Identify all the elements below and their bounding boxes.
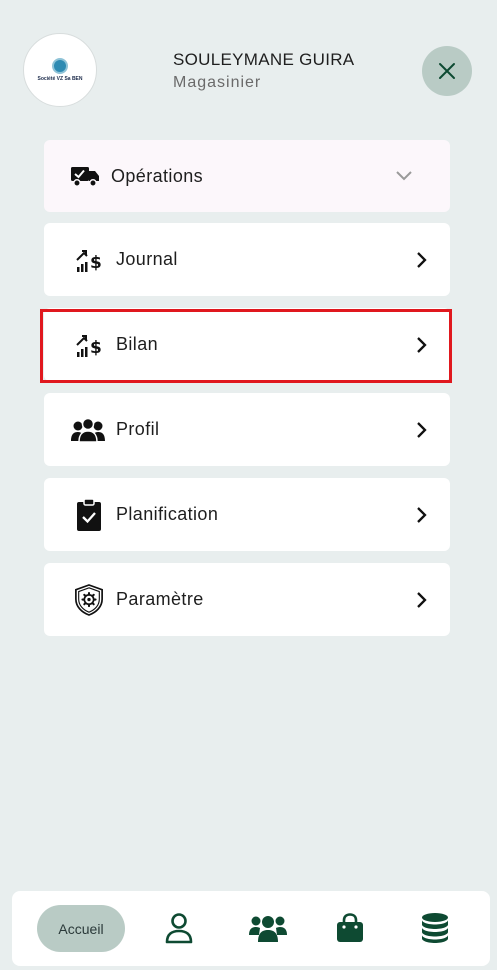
user-name: SOULEYMANE GUIRA xyxy=(173,50,355,69)
menu-item-parametre[interactable]: Paramètre xyxy=(44,563,450,636)
company-logo-avatar[interactable]: Société VZ Sa BEN xyxy=(23,33,97,107)
logo-emblem-icon xyxy=(52,58,68,74)
chevron-right-icon[interactable] xyxy=(414,251,430,268)
menu-label-operations: Opérations xyxy=(111,165,204,186)
delivery-truck-icon xyxy=(70,161,100,191)
menu-label-parametre: Paramètre xyxy=(116,589,204,609)
close-button[interactable] xyxy=(422,46,472,96)
menu-item-planification[interactable]: Planification xyxy=(44,478,450,551)
menu-item-bilan[interactable]: $ Bilan xyxy=(44,308,450,381)
logo-text: Société VZ Sa BEN xyxy=(37,76,83,82)
chevron-right-icon[interactable] xyxy=(414,506,430,523)
svg-text:$: $ xyxy=(90,253,102,273)
nav-user-icon[interactable] xyxy=(161,911,197,945)
chevron-down-icon[interactable] xyxy=(396,168,412,184)
menu-label-bilan: Bilan xyxy=(116,334,159,354)
chevron-right-icon[interactable] xyxy=(414,591,430,608)
menu-label-profil: Profil xyxy=(116,419,160,439)
nav-users-icon[interactable] xyxy=(248,911,288,945)
svg-text:$: $ xyxy=(90,338,102,358)
menu-label-planification: Planification xyxy=(116,504,219,524)
shield-gear-icon xyxy=(74,582,104,618)
close-icon xyxy=(439,63,455,79)
nav-home-button[interactable]: Accueil xyxy=(37,905,125,952)
drawer-header: Société VZ Sa BEN SOULEYMANE GUIRA Magas… xyxy=(0,0,497,120)
finance-chart-icon: $ xyxy=(74,330,104,360)
finance-chart-icon: $ xyxy=(74,245,104,275)
menu-item-operations[interactable]: Opérations xyxy=(44,140,450,212)
menu-item-profil[interactable]: Profil xyxy=(44,393,450,466)
bottom-navigation: Accueil xyxy=(12,891,490,966)
clipboard-check-icon xyxy=(74,497,104,533)
chevron-right-icon[interactable] xyxy=(414,421,430,438)
users-group-icon xyxy=(70,415,106,445)
user-role: Magasinier xyxy=(173,74,262,91)
menu-item-journal[interactable]: $ Journal xyxy=(44,223,450,296)
nav-database-icon[interactable] xyxy=(417,911,453,945)
nav-shopping-bag-icon[interactable] xyxy=(332,911,368,945)
chevron-right-icon[interactable] xyxy=(414,336,430,353)
menu-label-journal: Journal xyxy=(116,249,178,269)
